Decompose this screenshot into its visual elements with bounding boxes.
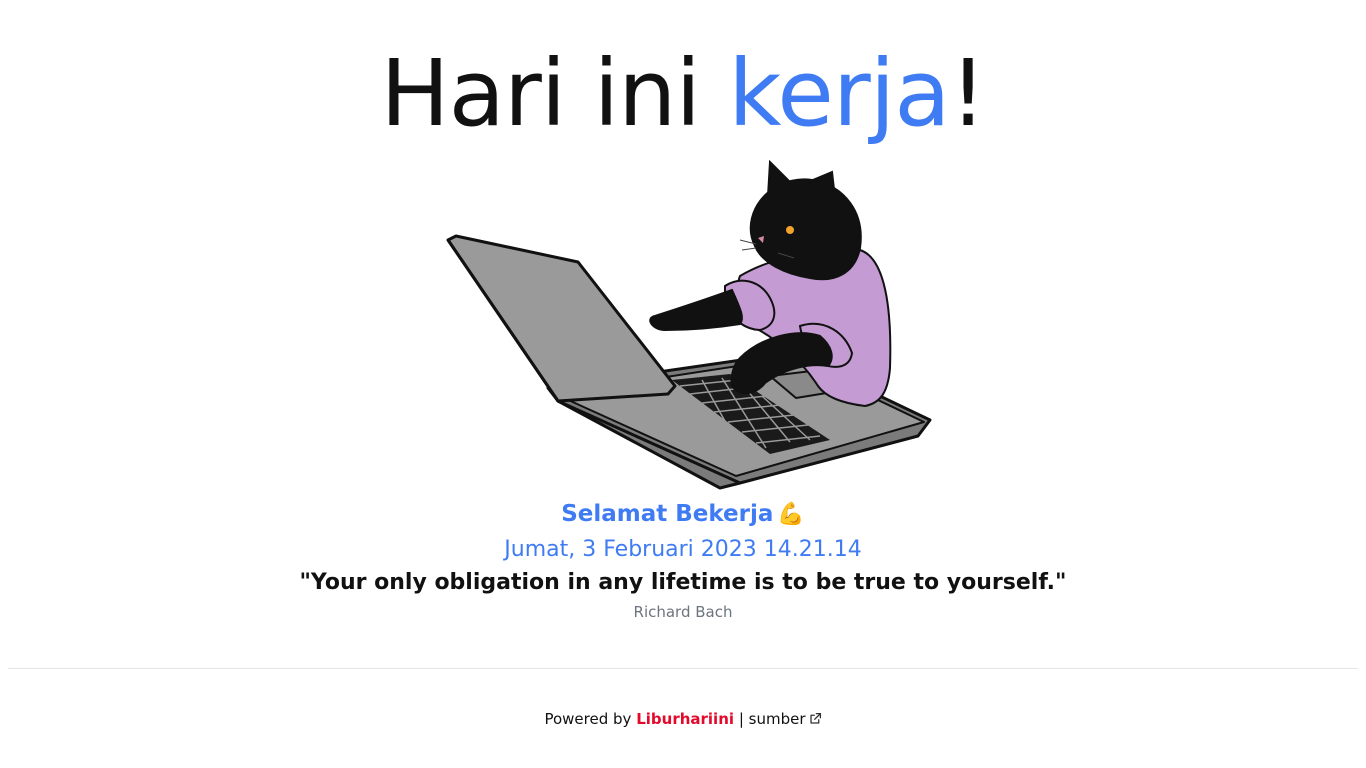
footer: Powered by Liburhariini | sumber — [0, 707, 1366, 731]
brand-link[interactable]: Liburhariini — [636, 710, 734, 728]
footer-separator: | — [738, 710, 744, 728]
greeting-message: Selamat Bekerja 💪 — [0, 498, 1366, 531]
current-datetime: Jumat, 3 Februari 2023 14.21.14 — [504, 537, 862, 562]
greeting-text: Selamat Bekerja — [561, 501, 774, 527]
footer-divider — [8, 668, 1358, 669]
source-link-label: sumber — [748, 710, 806, 728]
cat-laptop-illustration — [446, 159, 932, 490]
headline-highlight: kerja — [728, 40, 950, 147]
flexed-biceps-icon: 💪 — [777, 502, 805, 527]
page-headline: Hari ini kerja! — [0, 38, 1366, 150]
quote-text: "Your only obligation in any lifetime is… — [299, 570, 1067, 595]
headline-prefix: Hari ini — [380, 40, 701, 147]
page: Hari ini kerja! Selamat Bekerja 💪 Jumat,… — [0, 0, 1366, 768]
headline-suffix: ! — [949, 40, 987, 147]
external-link-icon — [809, 712, 821, 724]
powered-by-label: Powered by — [544, 710, 632, 728]
source-link[interactable]: sumber — [749, 710, 822, 728]
quote-author: Richard Bach — [633, 603, 733, 621]
